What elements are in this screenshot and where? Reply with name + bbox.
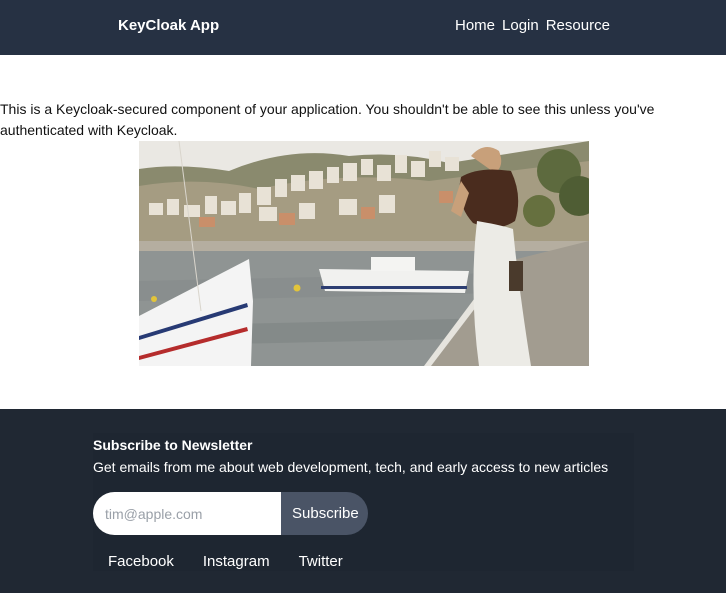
instagram-link[interactable]: Instagram [203, 553, 270, 571]
subscribe-button[interactable]: Subscribe [281, 492, 368, 535]
newsletter-description: Get emails from me about web development… [93, 459, 609, 475]
social-links: Facebook Instagram Twitter [108, 553, 343, 571]
newsletter-panel: Subscribe to Newsletter Get emails from … [93, 433, 634, 571]
newsletter-title: Subscribe to Newsletter [93, 437, 253, 453]
page: KeyCloak App Home Login Resource This is… [0, 0, 726, 593]
harbor-photo-illustration [139, 141, 589, 366]
twitter-link[interactable]: Twitter [299, 553, 343, 571]
email-input[interactable] [93, 492, 281, 535]
nav-link-login[interactable]: Login [502, 17, 539, 35]
secured-message: This is a Keycloak-secured component of … [0, 101, 655, 138]
harbor-photo [139, 141, 589, 366]
nav-link-home[interactable]: Home [455, 17, 495, 35]
facebook-link[interactable]: Facebook [108, 553, 174, 571]
app-brand[interactable]: KeyCloak App [118, 17, 219, 35]
top-navbar: KeyCloak App Home Login Resource [0, 0, 726, 55]
newsletter-form: Subscribe [93, 492, 368, 535]
footer: Subscribe to Newsletter Get emails from … [0, 409, 726, 593]
nav-link-resource[interactable]: Resource [546, 17, 610, 35]
main-nav: Home Login Resource [455, 17, 610, 35]
